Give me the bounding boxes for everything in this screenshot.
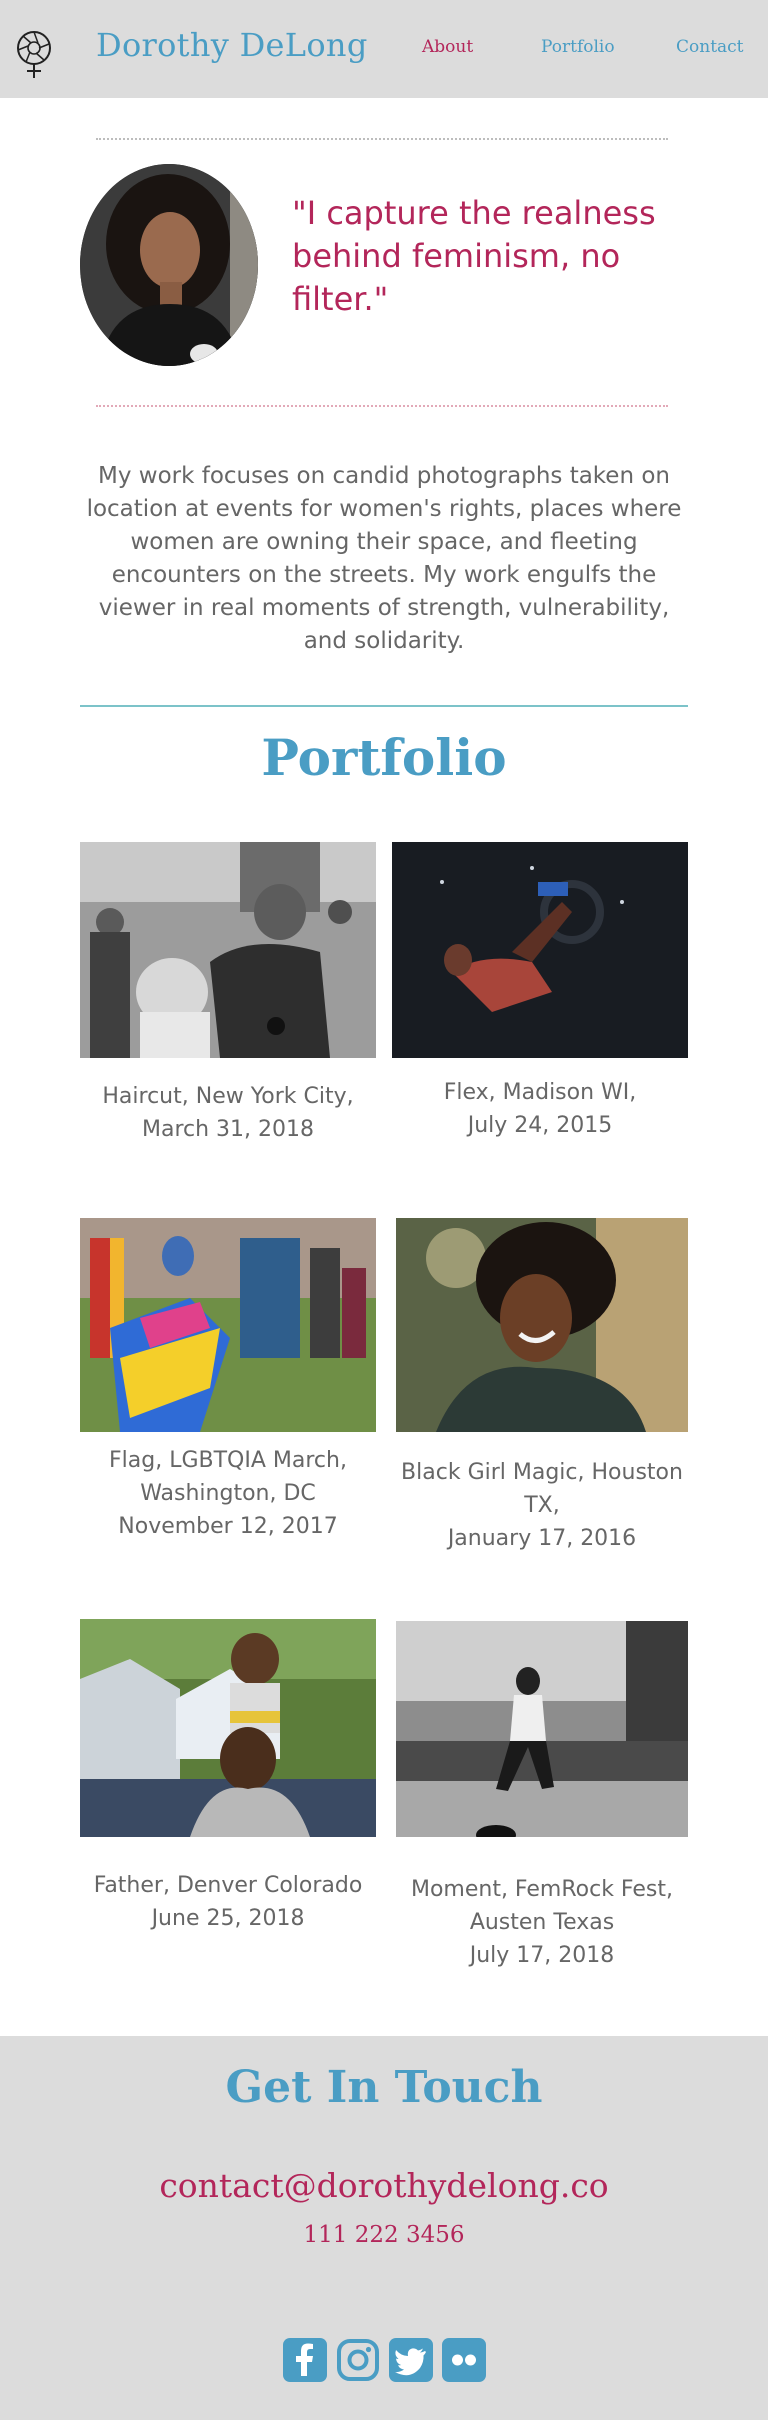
nav-about-link[interactable]: About — [422, 37, 473, 57]
about-paragraph: My work focuses on candid photographs ta… — [86, 463, 682, 654]
caption-flag: Flag, LGBTQIA March, Washington, DC Nove… — [109, 1448, 347, 1539]
photo-flex[interactable] — [392, 842, 688, 1058]
caption-moment: Moment, FemRock Fest, Austen Texas July … — [410, 1877, 674, 1968]
contact-email-link[interactable]: contact@dorothydelong.co — [0, 2166, 768, 2205]
caption-haircut: Haircut, New York City, March 31, 2018 — [102, 1084, 354, 1142]
caption-black-girl-magic: Black Girl Magic, Houston TX, January 17… — [401, 1460, 683, 1551]
nav-portfolio-link[interactable]: Portfolio — [541, 37, 615, 57]
caption-flex: Flex, Madison WI, July 24, 2015 — [443, 1080, 637, 1138]
photo-father[interactable] — [80, 1619, 376, 1837]
instagram-icon[interactable] — [336, 2338, 380, 2382]
photo-haircut[interactable] — [80, 842, 376, 1058]
portfolio-heading: Portfolio — [261, 728, 507, 787]
hero-quote: "I capture the realness behind feminism,… — [292, 194, 656, 318]
dotted-divider-top — [96, 138, 668, 140]
photo-black-girl-magic[interactable] — [396, 1218, 688, 1432]
profile-photo — [80, 164, 258, 366]
site-brand[interactable]: Dorothy DeLong — [96, 26, 368, 64]
caption-father: Father, Denver Colorado June 25, 2018 — [93, 1873, 363, 1931]
photo-moment[interactable] — [396, 1621, 688, 1837]
section-divider — [80, 705, 688, 707]
photo-flag[interactable] — [80, 1218, 376, 1432]
contact-heading: Get In Touch — [225, 2062, 543, 2113]
twitter-icon[interactable] — [389, 2338, 433, 2382]
contact-phone[interactable]: 111 222 3456 — [0, 2222, 768, 2248]
venus-aperture-icon[interactable] — [14, 28, 54, 80]
facebook-icon[interactable] — [283, 2338, 327, 2382]
nav-contact-link[interactable]: Contact — [676, 37, 744, 57]
site-header: Dorothy DeLong About Portfolio Contact — [0, 0, 768, 98]
flickr-icon[interactable] — [442, 2338, 486, 2382]
dotted-divider-bottom — [96, 405, 668, 407]
